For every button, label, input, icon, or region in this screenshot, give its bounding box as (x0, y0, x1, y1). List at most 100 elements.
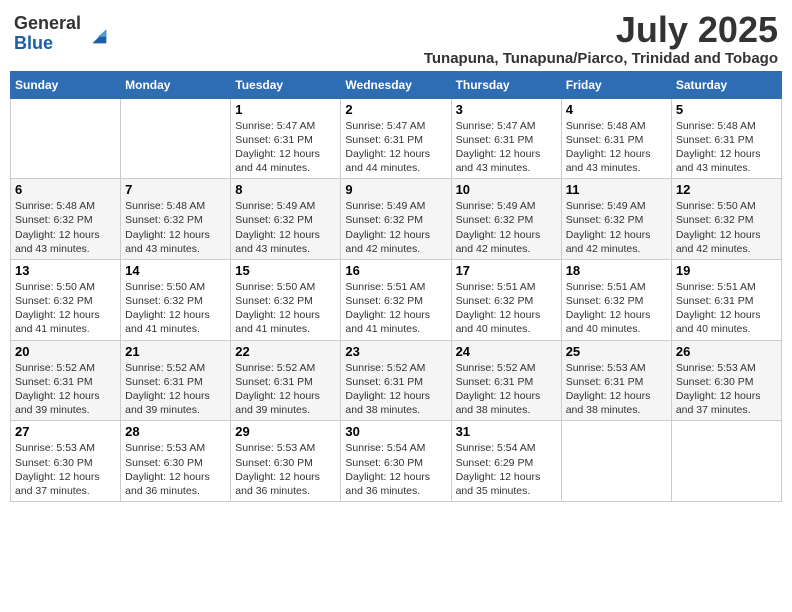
week-row-3: 13 Sunrise: 5:50 AM Sunset: 6:32 PM Dayli… (11, 259, 782, 340)
day-info: Sunrise: 5:50 AM Sunset: 6:32 PM Dayligh… (125, 280, 226, 337)
week-row-1: 1 Sunrise: 5:47 AM Sunset: 6:31 PM Daylig… (11, 98, 782, 179)
logo-blue: Blue (14, 34, 81, 54)
day-info: Sunrise: 5:52 AM Sunset: 6:31 PM Dayligh… (125, 361, 226, 418)
day-number: 20 (15, 344, 116, 359)
day-number: 30 (345, 424, 446, 439)
calendar-cell: 17Sunrise: 5:51 AM Sunset: 6:32 PM Dayli… (451, 259, 561, 340)
calendar-cell: 3 Sunrise: 5:47 AM Sunset: 6:31 PM Daylig… (451, 98, 561, 179)
logo: General Blue (14, 14, 111, 54)
day-header-wednesday: Wednesday (341, 71, 451, 98)
calendar-cell (561, 421, 671, 502)
calendar-cell (671, 421, 781, 502)
calendar-cell: 24 Sunrise: 5:52 AM Sunset: 6:31 PM Dayli… (451, 340, 561, 421)
day-info: Sunrise: 5:49 AM Sunset: 6:32 PM Dayligh… (456, 199, 557, 256)
day-info: Sunrise: 5:53 AM Sunset: 6:30 PM Dayligh… (15, 441, 116, 498)
day-number: 23 (345, 344, 446, 359)
title-section: July 2025 Tunapuna, Tunapuna/Piarco, Tri… (424, 10, 778, 67)
day-number: 10 (456, 182, 557, 197)
day-number: 3 (456, 102, 557, 117)
calendar-cell: 10 Sunrise: 5:49 AM Sunset: 6:32 PM Dayli… (451, 179, 561, 260)
header-row: SundayMondayTuesdayWednesdayThursdayFrid… (11, 71, 782, 98)
day-info: Sunrise: 5:51 AM Sunset: 6:32 PM Dayligh… (345, 280, 446, 337)
calendar-cell: 7 Sunrise: 5:48 AM Sunset: 6:32 PM Daylig… (121, 179, 231, 260)
calendar-cell (11, 98, 121, 179)
day-number: 2 (345, 102, 446, 117)
day-number: 15 (235, 263, 336, 278)
day-number: 9 (345, 182, 446, 197)
month-title: July 2025 (424, 10, 778, 50)
day-number: 19 (676, 263, 777, 278)
day-info: Sunrise: 5:48 AM Sunset: 6:31 PM Dayligh… (676, 119, 777, 176)
calendar-cell: 29 Sunrise: 5:53 AM Sunset: 6:30 PM Dayli… (231, 421, 341, 502)
day-number: 27 (15, 424, 116, 439)
week-row-4: 20 Sunrise: 5:52 AM Sunset: 6:31 PM Dayli… (11, 340, 782, 421)
day-info: Sunrise: 5:48 AM Sunset: 6:31 PM Dayligh… (566, 119, 667, 176)
day-number: 6 (15, 182, 116, 197)
calendar-cell (121, 98, 231, 179)
day-info: Sunrise: 5:51 AM Sunset: 6:32 PM Dayligh… (456, 280, 557, 337)
day-number: 24 (456, 344, 557, 359)
day-number: 26 (676, 344, 777, 359)
day-info: Sunrise: 5:53 AM Sunset: 6:31 PM Dayligh… (566, 361, 667, 418)
day-info: Sunrise: 5:53 AM Sunset: 6:30 PM Dayligh… (676, 361, 777, 418)
calendar-cell: 11 Sunrise: 5:49 AM Sunset: 6:32 PM Dayli… (561, 179, 671, 260)
day-number: 18 (566, 263, 667, 278)
calendar-cell: 6Sunrise: 5:48 AM Sunset: 6:32 PM Daylig… (11, 179, 121, 260)
calendar-cell: 25 Sunrise: 5:53 AM Sunset: 6:31 PM Dayli… (561, 340, 671, 421)
day-number: 12 (676, 182, 777, 197)
calendar-cell: 5 Sunrise: 5:48 AM Sunset: 6:31 PM Daylig… (671, 98, 781, 179)
calendar-cell: 27 Sunrise: 5:53 AM Sunset: 6:30 PM Dayli… (11, 421, 121, 502)
day-info: Sunrise: 5:52 AM Sunset: 6:31 PM Dayligh… (235, 361, 336, 418)
day-header-friday: Friday (561, 71, 671, 98)
calendar-cell: 14 Sunrise: 5:50 AM Sunset: 6:32 PM Dayli… (121, 259, 231, 340)
day-number: 25 (566, 344, 667, 359)
day-number: 8 (235, 182, 336, 197)
logo-icon (83, 20, 111, 48)
day-number: 22 (235, 344, 336, 359)
calendar-cell: 21Sunrise: 5:52 AM Sunset: 6:31 PM Dayli… (121, 340, 231, 421)
day-header-saturday: Saturday (671, 71, 781, 98)
day-header-sunday: Sunday (11, 71, 121, 98)
day-number: 31 (456, 424, 557, 439)
calendar-cell: 22 Sunrise: 5:52 AM Sunset: 6:31 PM Dayli… (231, 340, 341, 421)
day-info: Sunrise: 5:51 AM Sunset: 6:31 PM Dayligh… (676, 280, 777, 337)
calendar-cell: 28 Sunrise: 5:53 AM Sunset: 6:30 PM Dayli… (121, 421, 231, 502)
day-number: 28 (125, 424, 226, 439)
calendar-cell: 15 Sunrise: 5:50 AM Sunset: 6:32 PM Dayli… (231, 259, 341, 340)
day-number: 29 (235, 424, 336, 439)
calendar-cell: 16 Sunrise: 5:51 AM Sunset: 6:32 PM Dayli… (341, 259, 451, 340)
day-info: Sunrise: 5:49 AM Sunset: 6:32 PM Dayligh… (345, 199, 446, 256)
day-number: 11 (566, 182, 667, 197)
day-info: Sunrise: 5:50 AM Sunset: 6:32 PM Dayligh… (235, 280, 336, 337)
day-number: 14 (125, 263, 226, 278)
day-info: Sunrise: 5:48 AM Sunset: 6:32 PM Dayligh… (125, 199, 226, 256)
calendar-cell: 23 Sunrise: 5:52 AM Sunset: 6:31 PM Dayli… (341, 340, 451, 421)
day-number: 13 (15, 263, 116, 278)
day-info: Sunrise: 5:50 AM Sunset: 6:32 PM Dayligh… (15, 280, 116, 337)
day-info: Sunrise: 5:50 AM Sunset: 6:32 PM Dayligh… (676, 199, 777, 256)
calendar-cell: 26 Sunrise: 5:53 AM Sunset: 6:30 PM Dayli… (671, 340, 781, 421)
day-info: Sunrise: 5:54 AM Sunset: 6:29 PM Dayligh… (456, 441, 557, 498)
calendar-cell: 18 Sunrise: 5:51 AM Sunset: 6:32 PM Dayli… (561, 259, 671, 340)
day-number: 7 (125, 182, 226, 197)
day-number: 16 (345, 263, 446, 278)
day-info: Sunrise: 5:52 AM Sunset: 6:31 PM Dayligh… (345, 361, 446, 418)
day-info: Sunrise: 5:49 AM Sunset: 6:32 PM Dayligh… (566, 199, 667, 256)
week-row-2: 6 Sunrise: 5:48 AM Sunset: 6:32 PM Daylig… (11, 179, 782, 260)
day-number: 1 (235, 102, 336, 117)
day-info: Sunrise: 5:47 AM Sunset: 6:31 PM Dayligh… (456, 119, 557, 176)
day-info: Sunrise: 5:51 AM Sunset: 6:32 PM Dayligh… (566, 280, 667, 337)
calendar-cell: 12 Sunrise: 5:50 AM Sunset: 6:32 PM Dayli… (671, 179, 781, 260)
location-title: Tunapuna, Tunapuna/Piarco, Trinidad and … (424, 50, 778, 67)
calendar-table: SundayMondayTuesdayWednesdayThursdayFrid… (10, 71, 782, 502)
day-info: Sunrise: 5:53 AM Sunset: 6:30 PM Dayligh… (125, 441, 226, 498)
calendar-cell: 20Sunrise: 5:52 AM Sunset: 6:31 PM Dayli… (11, 340, 121, 421)
calendar-cell: 31 Sunrise: 5:54 AM Sunset: 6:29 PM Dayli… (451, 421, 561, 502)
calendar-cell: 9 Sunrise: 5:49 AM Sunset: 6:32 PM Daylig… (341, 179, 451, 260)
day-info: Sunrise: 5:53 AM Sunset: 6:30 PM Dayligh… (235, 441, 336, 498)
day-number: 5 (676, 102, 777, 117)
calendar-cell: 30Sunrise: 5:54 AM Sunset: 6:30 PM Dayli… (341, 421, 451, 502)
day-header-monday: Monday (121, 71, 231, 98)
day-info: Sunrise: 5:52 AM Sunset: 6:31 PM Dayligh… (456, 361, 557, 418)
logo-general: General (14, 14, 81, 34)
